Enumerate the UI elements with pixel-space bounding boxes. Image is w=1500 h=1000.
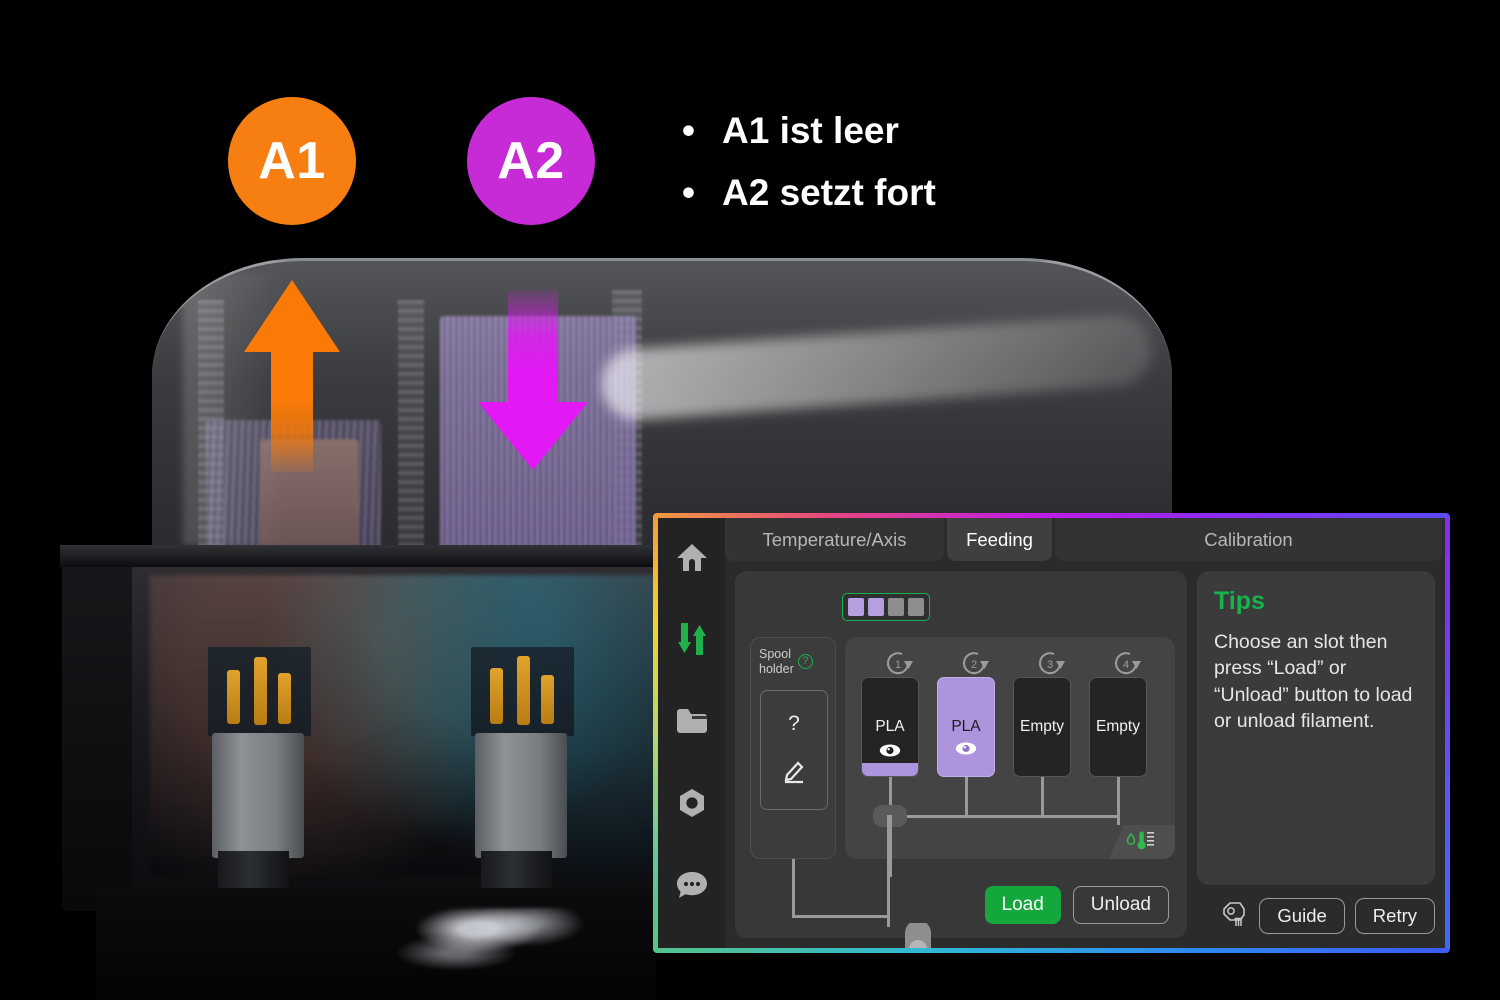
touchscreen-ui: Temperature/Axis Feeding Calibration Spo… <box>658 518 1445 948</box>
tips-body: Choose an slot then press “Load” or “Unl… <box>1214 631 1413 732</box>
sidebar-item-home[interactable] <box>675 540 709 574</box>
ams-slots-card: 1 2 3 4 PLA PLA Empty Empty <box>845 637 1175 877</box>
spool-holder-title: Spool holder ? <box>759 647 827 678</box>
chat-icon <box>676 871 708 899</box>
sidebar-item-control[interactable] <box>675 622 709 656</box>
sliders-icon <box>677 623 707 655</box>
spool-holder-line1: Spool <box>759 647 791 661</box>
svg-text:4: 4 <box>1123 659 1129 671</box>
slot-index-1: 1 <box>861 647 937 675</box>
screen-content: Temperature/Axis Feeding Calibration Spo… <box>725 518 1445 948</box>
printer-top-edge <box>60 545 664 567</box>
tube-slot-2 <box>965 777 968 817</box>
bullet-item: A1 ist leer <box>678 100 1398 162</box>
slot-1-filament-bar <box>862 763 918 776</box>
eye-icon[interactable] <box>955 742 977 760</box>
unit-cell-3[interactable] <box>888 598 904 616</box>
load-button[interactable]: Load <box>984 886 1061 924</box>
unit-cell-4[interactable] <box>908 598 924 616</box>
humidity-thermometer-icon <box>1125 830 1159 855</box>
spool-holder-card[interactable]: Spool holder ? ? <box>750 637 836 859</box>
home-icon <box>676 542 708 572</box>
screenshot-root: A1 A2 A1 ist leer A2 setzt fort <box>0 0 1500 1000</box>
slot-index-4: 4 <box>1089 647 1165 675</box>
slot-index-row: 1 2 3 4 <box>861 647 1165 675</box>
nozzle-graphic <box>898 920 938 948</box>
slot-row: PLA PLA Empty Empty <box>861 677 1165 777</box>
badge-a1-label: A1 <box>258 132 326 190</box>
tips-footer: Guide Retry <box>1197 894 1435 938</box>
help-icon[interactable]: ? <box>797 654 813 669</box>
spool-holder-line2: holder <box>759 662 794 677</box>
slot-1[interactable]: PLA <box>861 677 919 777</box>
slot-index-2: 2 <box>937 647 1013 675</box>
arrow-up-a1-icon <box>244 280 340 472</box>
svg-text:1: 1 <box>895 659 901 671</box>
badge-a1: A1 <box>228 97 356 225</box>
eye-icon[interactable] <box>879 744 901 762</box>
tube-manifold <box>889 815 1120 818</box>
folder-icon <box>676 708 708 734</box>
tips-heading: Tips <box>1214 587 1265 615</box>
feeding-panel: Spool holder ? ? 1 2 3 4 PLA PLA Empty E… <box>725 561 1445 948</box>
extruder-cylinder-right <box>471 646 575 893</box>
spool-holder-title-text: Spool holder <box>759 647 794 678</box>
ams-unit-selector[interactable] <box>842 593 930 621</box>
unit-cell-2[interactable] <box>868 598 884 616</box>
printer-touchscreen-panel: Temperature/Axis Feeding Calibration Spo… <box>653 513 1450 953</box>
slot-3-label: Empty <box>1020 718 1064 735</box>
bullet-item: A2 setzt fort <box>678 162 1398 224</box>
tips-column: Tips Choose an slot then press “Load” or… <box>1197 571 1435 938</box>
tube-slot-3 <box>1041 777 1044 817</box>
tube-extruder-drop <box>887 815 890 927</box>
status-badge[interactable] <box>1109 825 1175 859</box>
tab-feeding[interactable]: Feeding <box>947 518 1052 561</box>
slot-2[interactable]: PLA <box>937 677 995 777</box>
slot-index-3: 3 <box>1013 647 1089 675</box>
tab-bar: Temperature/Axis Feeding Calibration <box>725 518 1445 561</box>
nozzle-icon[interactable] <box>1219 900 1247 933</box>
nut-icon <box>677 788 707 818</box>
slot-4-label: Empty <box>1096 718 1140 735</box>
tips-card: Tips Choose an slot then press “Load” or… <box>1197 571 1435 885</box>
badge-a2-label: A2 <box>497 132 565 190</box>
spool-holder-value: ? <box>788 711 800 735</box>
tube-spool-holder-join <box>792 915 890 918</box>
sidebar-item-maintenance[interactable] <box>675 786 709 820</box>
unit-cell-1[interactable] <box>848 598 864 616</box>
extruder-cylinder-left <box>208 646 312 893</box>
unload-button[interactable]: Unload <box>1072 886 1169 924</box>
sidebar-item-messages[interactable] <box>675 868 709 902</box>
printer-lower-detail <box>390 908 610 978</box>
tab-calibration[interactable]: Calibration <box>1055 518 1442 561</box>
tab-temperature-axis[interactable]: Temperature/Axis <box>725 518 944 561</box>
sidebar-item-files[interactable] <box>675 704 709 738</box>
spool-holder-slot[interactable]: ? <box>760 690 828 810</box>
arrow-down-a2-icon <box>478 290 588 470</box>
badge-a2: A2 <box>467 97 595 225</box>
slot-3[interactable]: Empty <box>1013 677 1071 777</box>
slot-2-label: PLA <box>951 718 981 735</box>
slot-4[interactable]: Empty <box>1089 677 1147 777</box>
ams-diagram-card: Spool holder ? ? 1 2 3 4 PLA PLA Empty E… <box>735 571 1187 948</box>
retry-button[interactable]: Retry <box>1354 898 1435 934</box>
slot-1-label: PLA <box>875 718 905 735</box>
annotation-bullet-list: A1 ist leer A2 setzt fort <box>678 100 1398 224</box>
svg-text:2: 2 <box>971 659 977 671</box>
guide-button[interactable]: Guide <box>1259 898 1345 934</box>
sidebar <box>658 518 725 948</box>
pencil-icon[interactable] <box>781 758 807 789</box>
load-unload-actions: Load Unload <box>984 886 1169 924</box>
svg-text:3: 3 <box>1047 659 1053 671</box>
tube-spool-holder <box>792 859 795 917</box>
